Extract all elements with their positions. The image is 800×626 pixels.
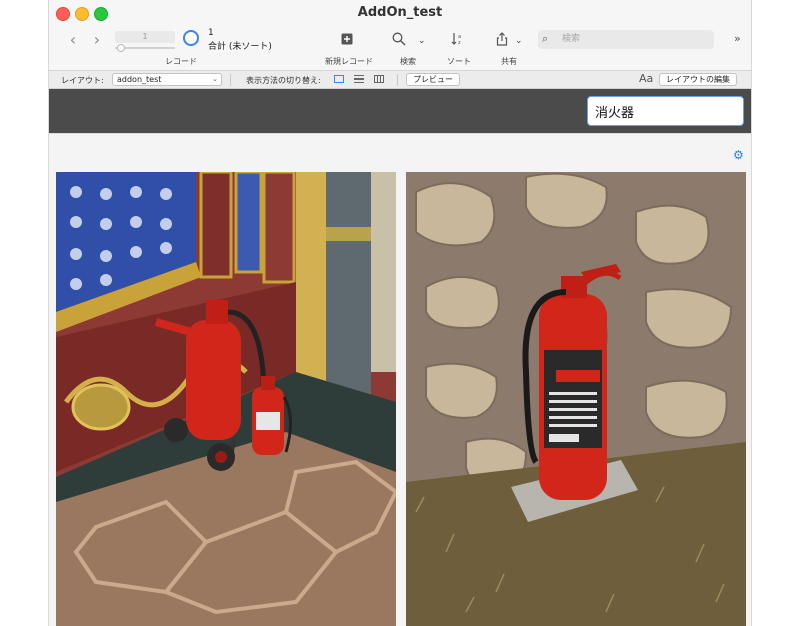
toolbar-divider [397, 74, 398, 86]
form-view-icon[interactable] [334, 75, 344, 83]
magnifier-icon[interactable] [392, 32, 406, 49]
list-view-icon[interactable] [354, 75, 364, 83]
app-window: AddOn_test ‹ › 1 1 合計 (未ソート) レコード 新規レコード… [48, 0, 752, 626]
previous-record-icon[interactable]: ‹ [65, 30, 81, 49]
gear-icon[interactable]: ⚙ [733, 148, 744, 162]
records-label: レコード [165, 57, 197, 66]
chevron-down-icon: ⌄ [212, 75, 218, 83]
photo-left [56, 172, 396, 626]
window-title: AddOn_test [357, 5, 443, 20]
quick-find-box[interactable]: ⌕ [538, 30, 714, 49]
sort-label[interactable]: ソート [447, 56, 471, 67]
layout-select-value: addon_test [117, 75, 162, 84]
share-label[interactable]: 共有 [501, 56, 517, 67]
text-size-icon[interactable]: Aa [639, 72, 653, 85]
share-chevron-down-icon[interactable]: ⌄ [515, 34, 523, 48]
plus-square-icon[interactable] [341, 33, 353, 48]
view-switch-label: 表示方法の切り替え: [246, 76, 321, 85]
record-number-field[interactable]: 1 [115, 31, 175, 43]
next-record-icon[interactable]: › [89, 30, 105, 49]
record-pie-icon [183, 30, 199, 46]
table-view-icon[interactable] [374, 75, 384, 83]
search-term-field[interactable] [587, 96, 744, 126]
share-icon[interactable] [495, 32, 509, 49]
edit-layout-button[interactable]: レイアウトの編集 [659, 73, 737, 86]
quick-find-input[interactable] [562, 32, 707, 46]
new-record-label[interactable]: 新規レコード [325, 56, 373, 67]
title-bar: AddOn_test [49, 0, 751, 26]
find-label[interactable]: 検索 [400, 56, 416, 67]
toolbar-overflow-icon[interactable]: » [734, 32, 741, 45]
record-count: 1 [208, 28, 214, 38]
layout-select[interactable]: addon_test ⌄ [112, 73, 222, 86]
record-total: 合計 (未ソート) [208, 42, 272, 52]
toolbar-divider [230, 74, 231, 86]
layout-label: レイアウト: [61, 76, 104, 85]
svg-text:z: z [458, 40, 461, 46]
record-slider-thumb[interactable] [117, 44, 125, 52]
preview-button[interactable]: プレビュー [406, 73, 460, 86]
layout-bar: レイアウト: addon_test ⌄ 表示方法の切り替え: プレビュー Aa … [49, 70, 751, 89]
photo-right [406, 172, 746, 626]
find-chevron-down-icon[interactable]: ⌄ [418, 34, 426, 48]
sort-az-icon[interactable]: az [451, 32, 465, 49]
search-icon[interactable]: ⌕ [542, 32, 548, 46]
